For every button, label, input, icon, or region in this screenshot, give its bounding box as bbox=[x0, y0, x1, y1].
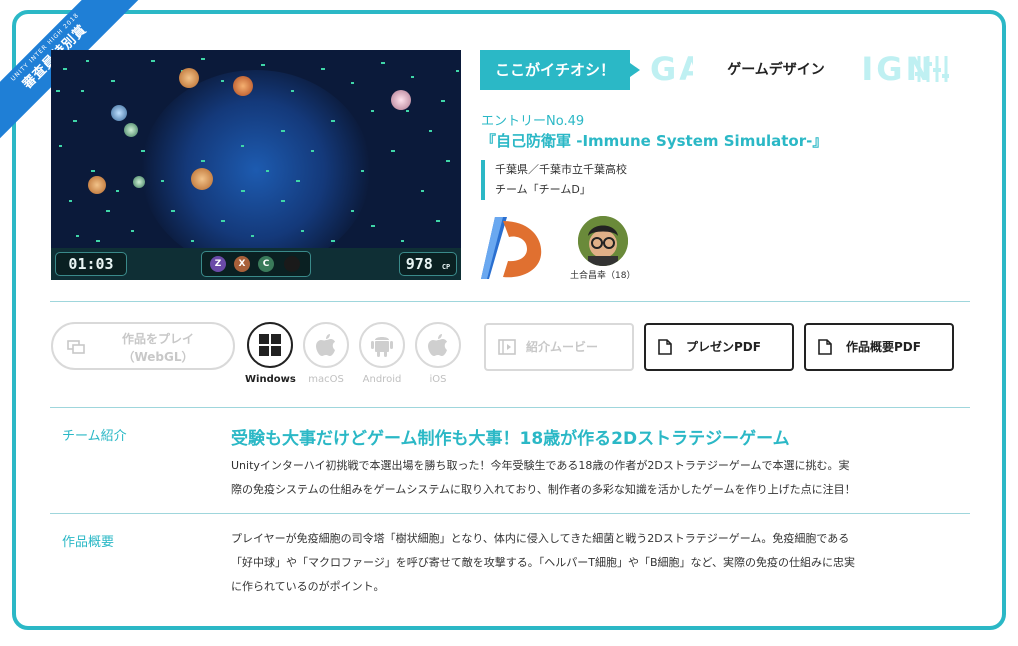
platform-ios-label: iOS bbox=[429, 374, 447, 385]
platform-macos[interactable]: macOS bbox=[301, 322, 351, 385]
skill-key-c: C bbox=[258, 256, 274, 272]
game-score-unit: CP bbox=[441, 263, 451, 271]
game-timer: 01:03 bbox=[55, 252, 127, 276]
skill-key-x: X bbox=[234, 256, 250, 272]
intro-movie-button[interactable]: 紹介ムービー bbox=[484, 323, 634, 371]
overview-line: に作られているのがポイント。 bbox=[231, 580, 385, 593]
apple-icon bbox=[415, 322, 461, 368]
summary-pdf-button[interactable]: 作品概要PDF bbox=[804, 323, 954, 371]
intro-movie-label: 紹介ムービー bbox=[526, 340, 599, 354]
t-cell bbox=[124, 123, 138, 137]
neutrophil-cell bbox=[191, 168, 213, 190]
overview-line: 「好中球」や「マクロファージ」を呼び寄せて敵を攻撃する。「ヘルパーT細胞」や「B… bbox=[231, 556, 855, 569]
overview-label: 作品概要 bbox=[62, 535, 115, 550]
play-webgl-sublabel: （WebGL） bbox=[122, 350, 194, 364]
platform-android-label: Android bbox=[362, 374, 402, 385]
category-label: ゲームデザイン bbox=[693, 56, 859, 84]
entry-number: エントリーNo.49 bbox=[481, 114, 585, 129]
windows-icon bbox=[247, 322, 293, 368]
neutrophil-cell bbox=[179, 68, 199, 88]
helper-cell bbox=[391, 90, 411, 110]
pick-label: ここがイチオシ！ bbox=[480, 50, 640, 90]
play-webgl-button[interactable]: 作品をプレイ （WebGL） bbox=[51, 322, 235, 370]
platform-windows[interactable]: Windows bbox=[245, 322, 296, 385]
skill-key-z: Z bbox=[210, 256, 226, 272]
b-cell bbox=[111, 105, 127, 121]
skill-key-empty bbox=[284, 256, 300, 272]
game-screenshot: 01:03 Z X C 978 CP bbox=[51, 50, 461, 280]
entry-title: 『自己防衛軍 -Immune System Simulator-』 bbox=[481, 132, 828, 150]
document-icon bbox=[818, 339, 832, 358]
team-info: 千葉県／千葉市立千葉高校 チーム「チームD」 bbox=[481, 160, 627, 200]
platform-ios[interactable]: iOS bbox=[413, 322, 463, 385]
document-icon bbox=[658, 339, 672, 358]
overview-body: プレイヤーが免疫細胞の司令塔「樹状細胞」となり、体内に侵入してきた細菌と戦う2D… bbox=[231, 527, 961, 599]
presentation-pdf-button[interactable]: プレゼンPDF bbox=[644, 323, 794, 371]
play-webgl-label: 作品をプレイ bbox=[121, 332, 194, 346]
platform-macos-label: macOS bbox=[308, 374, 344, 385]
divider bbox=[50, 301, 970, 302]
divider bbox=[50, 513, 970, 514]
bacteria-particles bbox=[56, 58, 459, 242]
game-score: 978 CP bbox=[399, 252, 457, 276]
platform-android[interactable]: Android bbox=[357, 322, 407, 385]
platform-windows-label: Windows bbox=[245, 374, 296, 385]
t-cell bbox=[133, 176, 145, 188]
team-intro-line: 際の免疫システムの仕組みをゲームシステムに取り入れており、制作者の多彩な知識を活… bbox=[231, 483, 856, 496]
film-icon bbox=[498, 339, 516, 358]
game-score-value: 978 bbox=[405, 255, 433, 273]
android-icon bbox=[359, 322, 405, 368]
summary-pdf-label: 作品概要PDF bbox=[846, 340, 921, 354]
team-intro-label: チーム紹介 bbox=[62, 429, 127, 444]
apple-icon bbox=[303, 322, 349, 368]
team-logo bbox=[481, 215, 545, 285]
team-intro-body: Unityインターハイ初挑戦で本選出場を勝ち取った！今年受験生である18歳の作者… bbox=[231, 454, 961, 502]
overview-line: プレイヤーが免疫細胞の司令塔「樹状細胞」となり、体内に侵入してきた細菌と戦う2D… bbox=[231, 532, 850, 545]
macrophage-cell bbox=[233, 76, 253, 96]
neutrophil-cell bbox=[88, 176, 106, 194]
member-avatar bbox=[578, 216, 628, 266]
divider bbox=[50, 407, 970, 408]
presentation-pdf-label: プレゼンPDF bbox=[686, 340, 761, 354]
window-icon bbox=[67, 340, 85, 357]
school-name: 千葉県／千葉市立千葉高校 bbox=[495, 163, 627, 176]
team-intro-headline: 受験も大事だけどゲーム制作も大事！18歳が作る2Dストラテジーゲーム bbox=[231, 429, 790, 449]
team-intro-line: Unityインターハイ初挑戦で本選出場を勝ち取った！今年受験生である18歳の作者… bbox=[231, 459, 850, 472]
game-skill-keys: Z X C bbox=[201, 251, 311, 277]
equalizer-icon bbox=[915, 54, 949, 88]
member-name: 土合昌幸（18） bbox=[570, 271, 636, 281]
team-name: チーム「チームD」 bbox=[495, 183, 591, 196]
